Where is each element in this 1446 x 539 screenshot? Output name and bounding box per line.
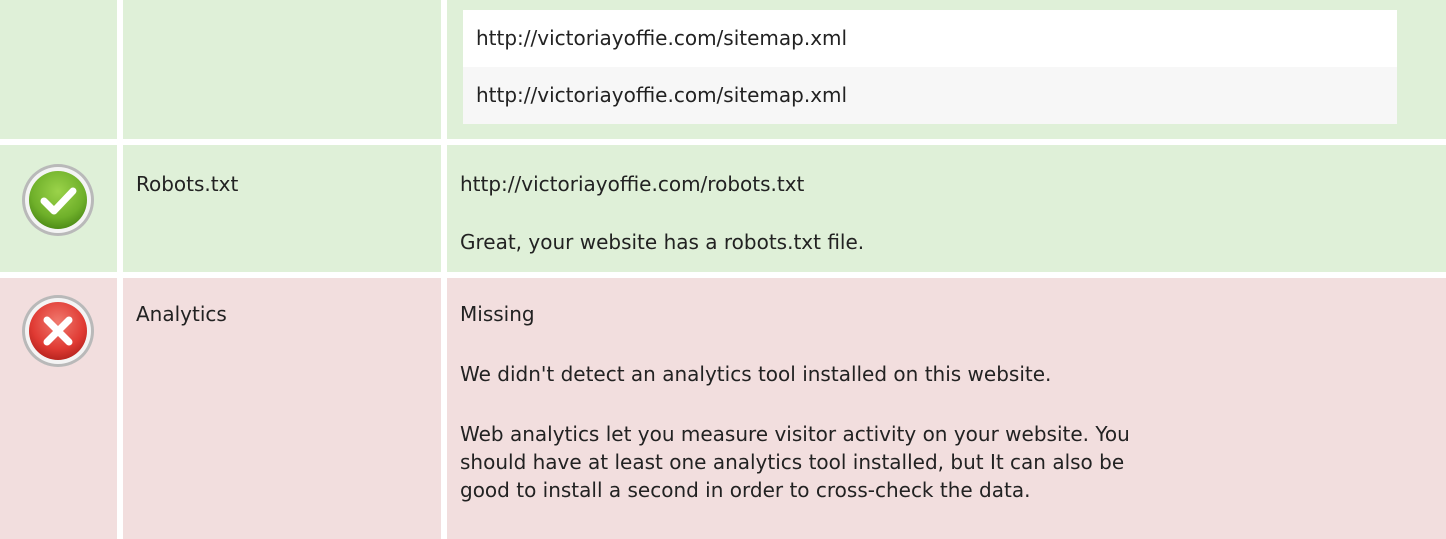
cross-icon <box>20 293 96 369</box>
sitemap-value-cell: http://victoriayoffie.com/sitemap.xml ht… <box>447 0 1446 139</box>
sitemap-list-item: http://victoriayoffie.com/sitemap.xml <box>463 10 1397 67</box>
sitemap-name-cell <box>123 0 441 139</box>
analytics-status: Missing <box>460 302 535 326</box>
check-icon <box>20 162 96 238</box>
analytics-description-line: good to install a second in order to cro… <box>460 478 1031 502</box>
sitemap-list-item: http://victoriayoffie.com/sitemap.xml <box>463 67 1397 124</box>
robots-message: Great, your website has a robots.txt fil… <box>460 230 865 254</box>
robots-name-cell: Robots.txt <box>123 145 441 272</box>
analytics-value-cell: Missing We didn't detect an analytics to… <box>447 278 1446 539</box>
analytics-icon-cell <box>0 278 117 539</box>
seo-report-table: http://victoriayoffie.com/sitemap.xml ht… <box>0 0 1446 539</box>
analytics-name-cell: Analytics <box>123 278 441 539</box>
analytics-description: Web analytics let you measure visitor ac… <box>460 420 1420 504</box>
robots-value-cell: http://victoriayoffie.com/robots.txt Gre… <box>447 145 1446 272</box>
robots-label: Robots.txt <box>136 172 239 196</box>
robots-url: http://victoriayoffie.com/robots.txt <box>460 172 805 196</box>
sitemap-icon-cell <box>0 0 117 139</box>
analytics-label: Analytics <box>136 302 227 326</box>
sitemap-row: http://victoriayoffie.com/sitemap.xml ht… <box>0 0 1446 139</box>
sitemap-list: http://victoriayoffie.com/sitemap.xml ht… <box>463 10 1397 124</box>
analytics-message: We didn't detect an analytics tool insta… <box>460 362 1052 386</box>
analytics-description-line: should have at least one analytics tool … <box>460 450 1125 474</box>
analytics-row: Analytics Missing We didn't detect an an… <box>0 278 1446 539</box>
robots-row: Robots.txt http://victoriayoffie.com/rob… <box>0 145 1446 272</box>
analytics-description-line: Web analytics let you measure visitor ac… <box>460 422 1130 446</box>
robots-icon-cell <box>0 145 117 272</box>
